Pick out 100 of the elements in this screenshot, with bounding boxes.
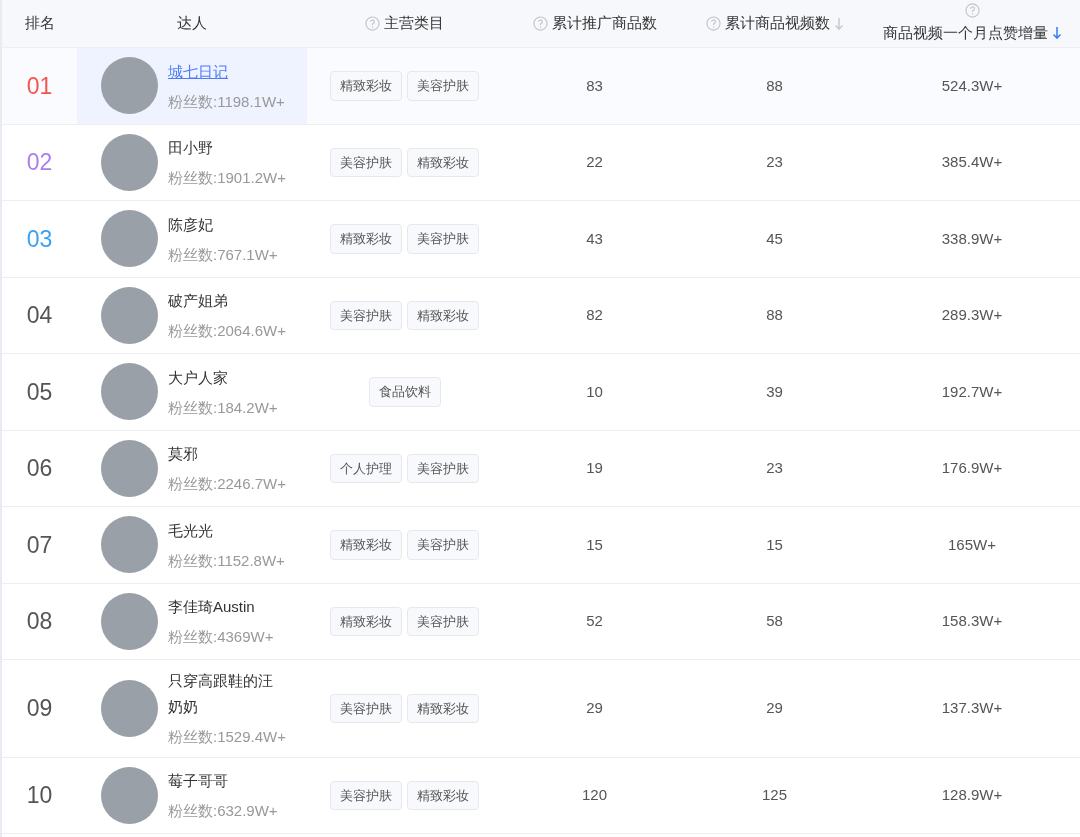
fans-count: 粉丝数:2246.7W+ xyxy=(168,474,287,494)
influencer-name[interactable]: 李佳琦Austin xyxy=(168,594,280,620)
category-tag: 精致彩妆 xyxy=(330,606,402,636)
table-cell-text: 23 xyxy=(766,152,783,172)
table-row[interactable]: 01 城七日记 粉丝数:1198.1W+ 精致彩妆 美容护肤 83 88 524.3W+ xyxy=(2,48,1080,125)
avatar[interactable] xyxy=(101,363,158,421)
category-tag: 美容护肤 xyxy=(330,147,402,177)
table-cell-text: 338.9W+ xyxy=(941,228,1003,249)
fans-count: 粉丝数:632.9W+ xyxy=(168,801,279,821)
avatar[interactable] xyxy=(101,286,158,344)
avatar[interactable] xyxy=(101,133,158,191)
table-cell-text: 58 xyxy=(766,611,783,631)
table-cell-text: 385.4W+ xyxy=(941,152,1003,172)
category-tag: 美容护肤 xyxy=(407,71,479,101)
rank-number: 02 xyxy=(26,148,53,177)
category-tag: 精致彩妆 xyxy=(330,224,402,254)
table-cell-text: 158.3W+ xyxy=(941,611,1003,631)
influencer-name[interactable]: 只穿高跟鞋的汪奶奶 xyxy=(168,668,280,720)
influencer-name[interactable]: 城七日记 xyxy=(168,58,280,85)
category-tag: 美容护肤 xyxy=(330,693,402,723)
rank-number: 09 xyxy=(26,694,53,723)
table-cell-text: 83 xyxy=(586,75,603,96)
table-cell-text: 29 xyxy=(766,698,783,718)
help-icon[interactable] xyxy=(532,16,548,31)
fans-count: 粉丝数:2064.6W+ xyxy=(168,321,287,341)
table-cell-text: 10 xyxy=(586,381,603,402)
table-cell-text: 43 xyxy=(586,228,603,249)
sort-arrow-icon[interactable] xyxy=(1051,26,1062,40)
influencer-name[interactable]: 大户人家 xyxy=(168,364,280,391)
table-cell-text: 165W+ xyxy=(948,534,996,555)
column-header: 累计推广商品数 xyxy=(551,13,657,34)
table-cell-text: 88 xyxy=(766,305,783,325)
influencer-name[interactable]: 毛光光 xyxy=(168,517,280,544)
category-tag: 精致彩妆 xyxy=(407,300,479,330)
category-tag: 食品饮料 xyxy=(368,377,441,407)
rank-number: 04 xyxy=(26,301,53,330)
fans-count: 粉丝数:1152.8W+ xyxy=(168,550,286,571)
table-cell-text: 524.3W+ xyxy=(941,75,1003,96)
table-cell-text: 52 xyxy=(586,611,603,631)
help-icon[interactable] xyxy=(964,2,980,18)
influencer-name[interactable]: 莫邪 xyxy=(168,441,280,467)
column-header: 商品视频一个月点赞增量 xyxy=(882,22,1048,43)
avatar[interactable] xyxy=(101,57,158,115)
table-cell-text: 137.3W+ xyxy=(941,698,1003,718)
rank-number: 07 xyxy=(26,530,53,560)
avatar[interactable] xyxy=(101,766,158,824)
table-cell-text: 15 xyxy=(766,534,783,555)
category-tag: 精致彩妆 xyxy=(407,780,479,810)
influencer-name[interactable]: 莓子哥哥 xyxy=(168,768,280,794)
rank-number: 05 xyxy=(26,377,53,407)
avatar[interactable] xyxy=(101,592,158,650)
table-cell-text: 29 xyxy=(586,698,603,718)
category-tag: 精致彩妆 xyxy=(330,530,402,560)
column-header: 主营类目 xyxy=(384,13,444,34)
avatar[interactable] xyxy=(101,210,158,268)
category-tag: 美容护肤 xyxy=(330,780,402,810)
rank-number: 03 xyxy=(26,224,53,254)
avatar[interactable] xyxy=(101,679,158,737)
avatar[interactable] xyxy=(101,516,158,574)
influencer-name[interactable]: 破产姐弟 xyxy=(168,288,280,314)
fans-count: 粉丝数:1529.4W+ xyxy=(168,727,287,747)
fans-count: 粉丝数:1901.2W+ xyxy=(168,168,287,188)
table-cell-text: 120 xyxy=(582,785,607,805)
fans-count: 粉丝数:767.1W+ xyxy=(168,244,279,265)
category-tag: 精致彩妆 xyxy=(330,71,402,101)
influencer-name[interactable]: 陈彦妃 xyxy=(168,211,280,238)
table-cell-text: 289.3W+ xyxy=(941,305,1003,325)
rank-number: 08 xyxy=(26,607,53,636)
column-header: 达人 xyxy=(177,13,207,34)
category-tag: 精致彩妆 xyxy=(407,147,479,177)
category-tag: 美容护肤 xyxy=(330,300,402,330)
rank-number: 06 xyxy=(26,454,53,483)
column-header: 累计商品视频数 xyxy=(724,13,830,34)
category-tag: 美容护肤 xyxy=(407,224,479,254)
rank-number: 01 xyxy=(26,71,53,101)
category-tag: 美容护肤 xyxy=(407,530,479,560)
table-cell-text: 22 xyxy=(586,152,603,172)
table-cell-text: 82 xyxy=(586,305,603,325)
table-cell-text: 125 xyxy=(762,785,787,805)
fans-count: 粉丝数:184.2W+ xyxy=(168,397,279,418)
table-cell-text: 45 xyxy=(766,228,783,249)
help-icon[interactable] xyxy=(705,16,721,31)
category-tag: 精致彩妆 xyxy=(407,693,479,723)
table-cell-text: 176.9W+ xyxy=(941,458,1003,478)
table-cell-text: 39 xyxy=(766,381,783,402)
avatar[interactable] xyxy=(101,439,158,497)
sort-arrow-icon[interactable] xyxy=(833,16,844,31)
help-icon[interactable] xyxy=(365,16,380,31)
influencer-name[interactable]: 田小野 xyxy=(168,135,280,161)
table-cell-text: 128.9W+ xyxy=(941,785,1003,805)
fans-count: 粉丝数:1198.1W+ xyxy=(168,91,286,112)
category-tag: 美容护肤 xyxy=(407,606,479,636)
table-cell-text: 192.7W+ xyxy=(941,381,1003,402)
rank-number: 10 xyxy=(26,781,53,810)
fans-count: 粉丝数:4369W+ xyxy=(168,627,275,647)
category-tag: 美容护肤 xyxy=(407,453,479,483)
table-cell-text: 19 xyxy=(586,458,603,478)
category-tag: 个人护理 xyxy=(330,453,402,483)
column-header: 排名 xyxy=(24,13,55,34)
table-cell-text: 23 xyxy=(766,458,783,478)
